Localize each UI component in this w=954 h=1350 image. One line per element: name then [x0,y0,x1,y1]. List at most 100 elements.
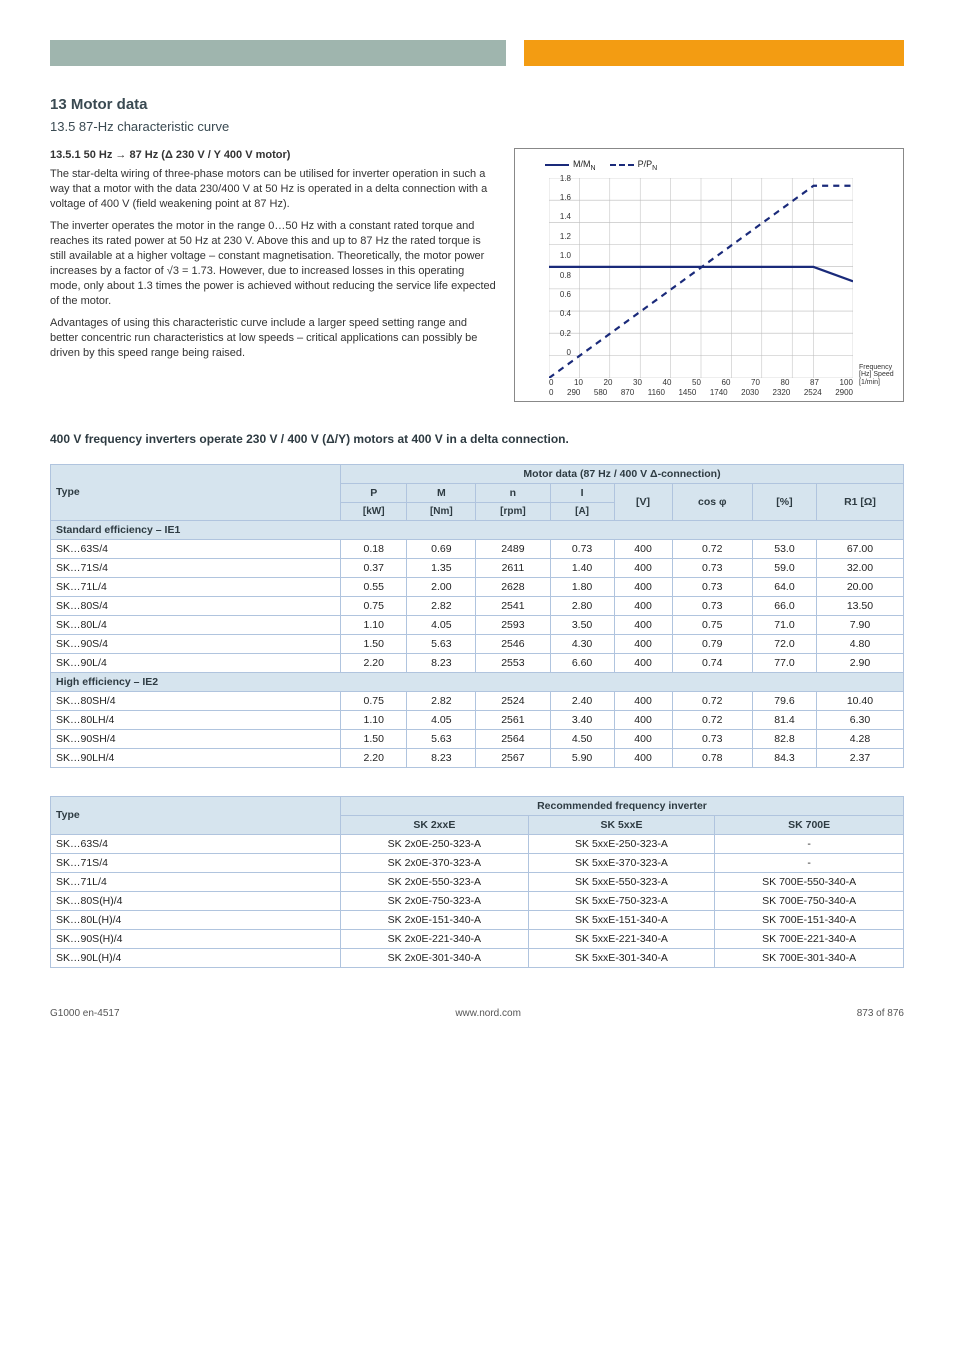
cell: 2.40 [550,691,614,710]
cell: 1.80 [550,577,614,596]
cell: 5.90 [550,748,614,767]
cell: 2.90 [816,653,903,672]
cell: 0.75 [341,691,407,710]
cell: SK 5xxE-151-340-A [528,910,715,929]
cell: 3.50 [550,615,614,634]
cell: 400 [614,577,672,596]
xtick: 60 [722,378,731,387]
xtick: 100 [840,378,853,387]
cell: SK…71S/4 [51,558,341,577]
cell: SK…63S/4 [51,834,341,853]
th-unit: [kW] [341,502,407,520]
x-ticks-freq: 0 10 20 30 40 50 60 70 80 87 100 [549,378,853,387]
table-row: SK…71L/40.552.0026281.804000.7364.020.00 [51,577,904,596]
xtick: 0 [549,388,553,397]
cell: 2553 [476,653,550,672]
cell: 59.0 [752,558,816,577]
th: P [341,483,407,502]
cell: 2567 [476,748,550,767]
th-type: Type [51,796,341,834]
cell: 2611 [476,558,550,577]
cell: SK 700E-221-340-A [715,929,904,948]
th-unit: [A] [550,502,614,520]
cell: 2593 [476,615,550,634]
cell: 6.60 [550,653,614,672]
cell: 4.30 [550,634,614,653]
cell: 79.6 [752,691,816,710]
xtick: 70 [751,378,760,387]
cell: SK…71L/4 [51,577,341,596]
th: SK 2xxE [341,815,529,834]
xtick: 30 [633,378,642,387]
legend-dash-line [610,164,634,166]
xtick: 50 [692,378,701,387]
cell: 66.0 [752,596,816,615]
cell: SK…90L(H)/4 [51,948,341,967]
th: R1 [Ω] [816,483,903,520]
cell: 1.10 [341,710,407,729]
chart-svg [549,178,853,378]
cell: 0.74 [672,653,752,672]
table-row: SK…90L(H)/4SK 2x0E-301-340-ASK 5xxE-301-… [51,948,904,967]
cell: 400 [614,596,672,615]
cell: SK 700E-750-340-A [715,891,904,910]
table-row: SK…90LH/42.208.2325675.904000.7884.32.37 [51,748,904,767]
cell: 0.75 [672,615,752,634]
legend-solid-label: M/MN [573,159,596,172]
cell: SK 5xxE-221-340-A [528,929,715,948]
th-unit: [Nm] [407,502,476,520]
cell: 2564 [476,729,550,748]
xtick: 40 [663,378,672,387]
th-motor-data: Motor data (87 Hz / 400 V Δ-connection) [341,464,904,483]
inverter-table: Type Recommended frequency inverter SK 2… [50,796,904,968]
cell: 2.82 [407,596,476,615]
cell: 2.20 [341,653,407,672]
cell: 84.3 [752,748,816,767]
footer-right: 873 of 876 [857,1008,904,1019]
para-1: The star-delta wiring of three-phase mot… [50,167,496,212]
cell: SK 700E-301-340-A [715,948,904,967]
th: n [476,483,550,502]
cell: 2.20 [341,748,407,767]
banner-gap [506,40,524,66]
cell: 2541 [476,596,550,615]
cell: SK…80S/4 [51,596,341,615]
heading-2: 13.5 87-Hz characteristic curve [50,119,904,134]
cell: 0.72 [672,710,752,729]
cell: SK…90S/4 [51,634,341,653]
cell: 400 [614,748,672,767]
table-row: SK…63S/4SK 2x0E-250-323-ASK 5xxE-250-323… [51,834,904,853]
cell: 77.0 [752,653,816,672]
th: [%] [752,483,816,520]
group-ie1: Standard efficiency – IE1 [51,520,904,539]
cell: SK 700E-151-340-A [715,910,904,929]
info-line: 400 V frequency inverters operate 230 V … [50,432,904,446]
cell: 2546 [476,634,550,653]
motor-data-table: Type Motor data (87 Hz / 400 V Δ-connect… [50,464,904,768]
cell: SK 5xxE-370-323-A [528,853,715,872]
cell: 5.63 [407,634,476,653]
xtick: 1450 [678,388,696,397]
cell: 0.72 [672,539,752,558]
cell: SK 2x0E-301-340-A [341,948,529,967]
cell: 400 [614,691,672,710]
cell: 1.35 [407,558,476,577]
cell: SK 5xxE-301-340-A [528,948,715,967]
ytick: 1.8 [549,174,571,183]
cell: 2561 [476,710,550,729]
cell: 4.05 [407,615,476,634]
cell: 8.23 [407,653,476,672]
cell: 7.90 [816,615,903,634]
th-type: Type [51,464,341,520]
cell: 81.4 [752,710,816,729]
table-row: SK…80L/41.104.0525933.504000.7571.07.90 [51,615,904,634]
ytick: 1.6 [549,193,571,202]
table-row: SK…80L(H)/4SK 2x0E-151-340-ASK 5xxE-151-… [51,910,904,929]
cell: SK…90L/4 [51,653,341,672]
cell: 0.79 [672,634,752,653]
th: cos φ [672,483,752,520]
cell: - [715,834,904,853]
cell: 0.78 [672,748,752,767]
table-row: SK…90S(H)/4SK 2x0E-221-340-ASK 5xxE-221-… [51,929,904,948]
cell: 400 [614,634,672,653]
